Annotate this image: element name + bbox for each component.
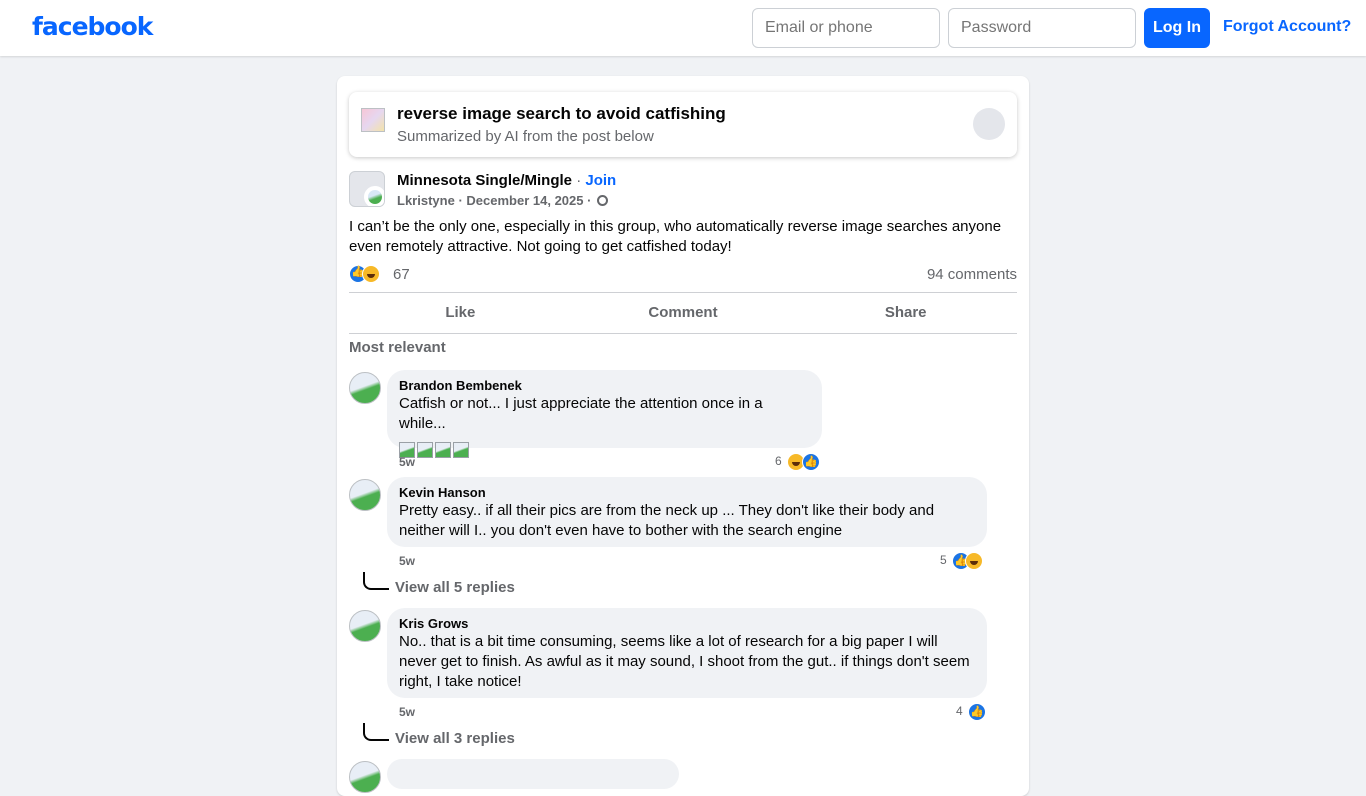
comment-reaction-count: 6 (775, 454, 782, 468)
post-header: Minnesota Single/Mingle · Join (397, 172, 616, 189)
commenter-avatar[interactable] (349, 761, 381, 793)
view-replies-link[interactable]: View all 5 replies (395, 579, 515, 596)
comments-count-link[interactable]: 94 comments (927, 266, 1017, 283)
comment-reactions[interactable]: 6 (775, 452, 821, 471)
reply-connector (363, 723, 389, 741)
divider (349, 333, 1017, 334)
view-replies-link[interactable]: View all 3 replies (395, 730, 515, 747)
facebook-logo[interactable]: facebook (32, 12, 153, 41)
post-date-link[interactable]: December 14, 2025 (466, 193, 583, 208)
like-icon (802, 452, 821, 471)
separator: · (587, 193, 592, 208)
reaction-count: 67 (393, 266, 410, 283)
post-actions: Like Comment Share (349, 293, 1017, 333)
reply-connector (363, 572, 389, 590)
comment-text: No.. that is a bit time consuming, seems… (399, 633, 970, 690)
comment-timestamp[interactable]: 5w (399, 554, 415, 568)
commenter-avatar[interactable] (349, 372, 381, 404)
haha-icon (965, 551, 984, 570)
comment-bubble: Kris Grows No.. that is a bit time consu… (387, 608, 987, 698)
attached-image[interactable] (453, 442, 469, 458)
comment-reactions[interactable]: 5 (940, 551, 984, 570)
password-field[interactable] (948, 8, 1136, 48)
post-text: I can’t be the only one, especially in t… (349, 218, 1002, 255)
commenter-name[interactable]: Kris Grows (399, 616, 975, 632)
like-icon (968, 702, 987, 721)
comment-text: Catfish or not... I just appreciate the … (399, 395, 763, 432)
comment-text: Pretty easy.. if all their pics are from… (399, 502, 935, 539)
comment-bubble: Brandon Bembenek Catfish or not... I jus… (387, 370, 822, 458)
comment-timestamp[interactable]: 5w (399, 705, 415, 719)
email-field[interactable] (752, 8, 940, 48)
summary-title: reverse image search to avoid catfishing (397, 104, 726, 123)
author-avatar[interactable] (364, 186, 384, 206)
top-bar: facebook Log In Forgot Account? (0, 0, 1366, 56)
separator: · (458, 193, 463, 208)
commenter-avatar[interactable] (349, 479, 381, 511)
ai-summary-box[interactable]: reverse image search to avoid catfishing… (349, 92, 1017, 157)
commenter-name[interactable]: Brandon Bembenek (399, 378, 810, 394)
comment-bubble: Kevin Hanson Pretty easy.. if all their … (387, 477, 987, 547)
globe-icon (597, 195, 609, 206)
comment-bubble (387, 759, 679, 789)
join-link[interactable]: Join (585, 172, 616, 189)
forgot-account-link[interactable]: Forgot Account? (1223, 18, 1351, 36)
comment-reaction-count: 4 (956, 704, 963, 718)
like-button[interactable]: Like (349, 293, 572, 333)
summary-subtitle: Summarized by AI from the post below (397, 128, 654, 145)
comment-reactions[interactable]: 4 (956, 702, 987, 721)
post-meta: Lkristyne · December 14, 2025 · (397, 193, 609, 208)
comment-reaction-count: 5 (940, 553, 947, 567)
commenter-name[interactable]: Kevin Hanson (399, 485, 975, 501)
post-reactions[interactable]: 67 (349, 265, 410, 285)
comment-sort-selector[interactable]: Most relevant (349, 339, 446, 356)
attached-image[interactable] (435, 442, 451, 458)
summary-image-icon (361, 108, 385, 132)
separator: · (576, 172, 582, 189)
commenter-avatar[interactable] (349, 610, 381, 642)
summary-action-button[interactable] (973, 108, 1005, 140)
haha-icon (362, 265, 380, 283)
comment-button[interactable]: Comment (572, 293, 795, 333)
share-button[interactable]: Share (794, 293, 1017, 333)
comment-timestamp[interactable]: 5w (399, 455, 415, 469)
attached-image[interactable] (417, 442, 433, 458)
login-button[interactable]: Log In (1144, 8, 1210, 48)
group-name-link[interactable]: Minnesota Single/Mingle (397, 172, 572, 189)
author-name-link[interactable]: Lkristyne (397, 193, 455, 208)
comment-attached-images[interactable] (399, 442, 810, 458)
post-card: reverse image search to avoid catfishing… (337, 76, 1029, 796)
group-avatar[interactable] (349, 171, 385, 207)
